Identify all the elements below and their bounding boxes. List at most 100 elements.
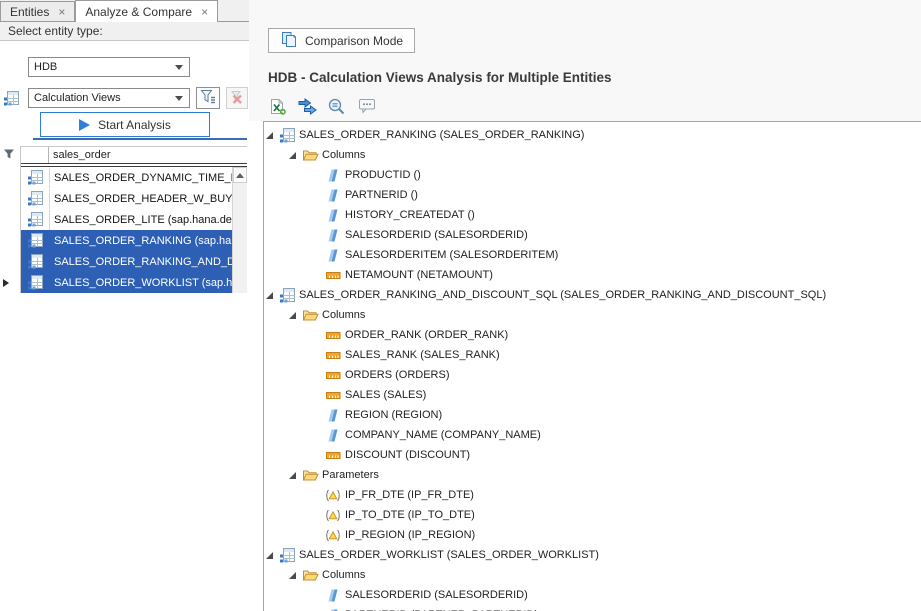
tree-node[interactable]: SALESORDERID (SALESORDERID) (264, 585, 921, 605)
close-icon[interactable]: × (58, 7, 65, 17)
list-item[interactable]: SALES_ORDER_RANKING_AND_DISC (21, 251, 232, 272)
vertical-scrollbar[interactable] (232, 167, 247, 293)
measure-icon (324, 348, 342, 363)
list-item[interactable]: SALES_ORDER_DYNAMIC_TIME_PERI (21, 167, 232, 188)
select-entity-type-header: Select entity type: (0, 22, 249, 41)
expander-icon[interactable] (266, 552, 278, 559)
entity-type-dropdown[interactable]: HDB (28, 57, 190, 77)
tree-node[interactable]: IP_TO_DTE (IP_TO_DTE) (264, 505, 921, 525)
calcview-icon (21, 190, 49, 207)
tree-node-label: NETAMOUNT (NETAMOUNT) (345, 265, 493, 285)
tab-analyze-compare-label: Analyze & Compare (85, 5, 192, 19)
filter-row-input[interactable]: sales_order (49, 147, 247, 163)
clear-filter-button[interactable] (226, 87, 248, 109)
tree-node[interactable]: Columns (264, 305, 921, 325)
play-icon (79, 119, 90, 131)
chevron-down-icon[interactable] (175, 96, 183, 101)
calcview-icon (21, 232, 49, 249)
tree-node[interactable]: DISCOUNT (DISCOUNT) (264, 445, 921, 465)
expander-icon[interactable] (289, 472, 301, 479)
scroll-up-button[interactable] (233, 167, 247, 183)
calcview-icon (278, 547, 296, 564)
copy-pages-icon (280, 31, 298, 51)
tree-node[interactable]: Parameters (264, 465, 921, 485)
tab-entities-label: Entities (10, 5, 49, 19)
tree-node[interactable]: COMPANY_NAME (COMPANY_NAME) (264, 425, 921, 445)
tree-node[interactable]: PRODUCTID () (264, 165, 921, 185)
tab-analyze-compare[interactable]: Analyze & Compare × (75, 0, 218, 22)
calcview-icon (278, 127, 296, 144)
tree-node-label: Parameters (322, 465, 379, 485)
list-item-label: SALES_ORDER_WORKLIST (sap.hana (49, 273, 232, 293)
list-item[interactable]: SALES_ORDER_LITE (sap.hana.demo (21, 209, 232, 230)
tree-node[interactable]: IP_FR_DTE (IP_FR_DTE) (264, 485, 921, 505)
zoom-icon[interactable] (326, 96, 348, 116)
list-item[interactable]: SALES_ORDER_RANKING (sap.hana. (21, 230, 232, 251)
analysis-tree: SALES_ORDER_RANKING (SALES_ORDER_RANKING… (263, 121, 921, 611)
tree-node[interactable]: SALESORDERID (SALESORDERID) (264, 225, 921, 245)
tree-node-label: SALES_ORDER_RANKING_AND_DISCOUNT_SQL (SA… (299, 285, 826, 305)
attribute-icon (324, 228, 342, 243)
tree-node-label: IP_REGION (IP_REGION) (345, 525, 475, 545)
tree-node[interactable]: ORDERS (ORDERS) (264, 365, 921, 385)
filter-button[interactable] (196, 87, 220, 109)
expander-icon[interactable] (266, 292, 278, 299)
expander-icon[interactable] (289, 572, 301, 579)
tree-node-label: Columns (322, 565, 365, 585)
tree-node[interactable]: REGION (REGION) (264, 405, 921, 425)
tree-node[interactable]: ORDER_RANK (ORDER_RANK) (264, 325, 921, 345)
tree-node[interactable]: SALES_ORDER_WORKLIST (SALES_ORDER_WORKLI… (264, 545, 921, 565)
tree-node-label: SALES_ORDER_WORKLIST (SALES_ORDER_WORKLI… (299, 545, 599, 565)
tree-node[interactable]: SALES (SALES) (264, 385, 921, 405)
tree-node[interactable]: SALES_RANK (SALES_RANK) (264, 345, 921, 365)
attribute-icon (324, 168, 342, 183)
tree-node[interactable]: SALES_ORDER_RANKING_AND_DISCOUNT_SQL (SA… (264, 285, 921, 305)
chevron-down-icon[interactable] (175, 65, 183, 70)
entity-list: SALES_ORDER_DYNAMIC_TIME_PERISALES_ORDER… (21, 167, 232, 293)
close-icon[interactable]: × (201, 7, 208, 17)
start-analysis-button[interactable]: Start Analysis (40, 112, 210, 137)
tree-node-label: PARTNERID (PARTNER_PARTNERID) (345, 605, 538, 611)
parameter-icon (324, 488, 342, 503)
tree-node[interactable]: SALES_ORDER_RANKING (SALES_ORDER_RANKING… (264, 125, 921, 145)
folder-icon (301, 567, 319, 583)
tree-node[interactable]: PARTNERID () (264, 185, 921, 205)
attribute-icon (324, 408, 342, 423)
tree-node[interactable]: PARTNERID (PARTNER_PARTNERID) (264, 605, 921, 611)
folder-icon (301, 467, 319, 483)
calcview-icon (21, 211, 49, 228)
list-item[interactable]: SALES_ORDER_WORKLIST (sap.hana (21, 272, 232, 293)
calcview-icon (21, 253, 49, 270)
tree-node[interactable]: NETAMOUNT (NETAMOUNT) (264, 265, 921, 285)
attribute-icon (324, 208, 342, 223)
calcview-icon (3, 90, 20, 107)
tab-entities[interactable]: Entities × (0, 1, 75, 21)
comment-icon[interactable] (356, 96, 378, 116)
grid-filter-row[interactable]: sales_order (21, 146, 247, 163)
view-type-value: Calculation Views (34, 92, 121, 104)
tree-node[interactable]: SALESORDERITEM (SALESORDERITEM) (264, 245, 921, 265)
tree-node-label: COMPANY_NAME (COMPANY_NAME) (345, 425, 541, 445)
funnel-icon[interactable] (3, 148, 15, 163)
tree-node-label: Columns (322, 145, 365, 165)
filter-row-icon-cell[interactable] (21, 147, 49, 163)
list-item-label: SALES_ORDER_DYNAMIC_TIME_PERI (49, 168, 232, 188)
tree-node-label: IP_TO_DTE (IP_TO_DTE) (345, 505, 475, 525)
expander-icon[interactable] (289, 312, 301, 319)
compare-arrows-icon[interactable] (296, 96, 318, 116)
expander-icon[interactable] (289, 152, 301, 159)
tree-node[interactable]: IP_REGION (IP_REGION) (264, 525, 921, 545)
tree-node-label: SALESORDERID (SALESORDERID) (345, 585, 528, 605)
view-type-dropdown[interactable]: Calculation Views (28, 88, 190, 108)
tree-node-label: ORDERS (ORDERS) (345, 365, 450, 385)
list-item[interactable]: SALES_ORDER_HEADER_W_BUYER ( (21, 188, 232, 209)
export-excel-icon[interactable] (266, 96, 288, 116)
start-analysis-label: Start Analysis (98, 118, 171, 132)
tree-node[interactable]: Columns (264, 145, 921, 165)
tree-node-label: REGION (REGION) (345, 405, 442, 425)
expander-icon[interactable] (266, 132, 278, 139)
tree-node[interactable]: HISTORY_CREATEDAT () (264, 205, 921, 225)
comparison-mode-label: Comparison Mode (305, 34, 403, 48)
comparison-mode-button[interactable]: Comparison Mode (268, 28, 415, 53)
tree-node[interactable]: Columns (264, 565, 921, 585)
